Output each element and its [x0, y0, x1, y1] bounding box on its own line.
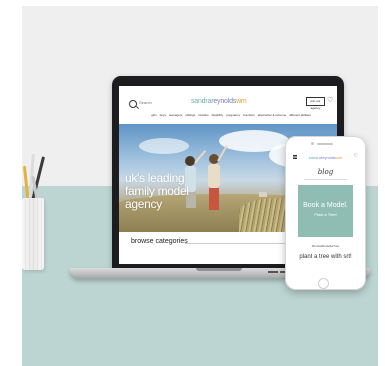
- logo-part: wm: [236, 98, 247, 105]
- search-icon[interactable]: [129, 100, 137, 108]
- main-nav: girls boys teenagers siblings families d…: [141, 113, 321, 117]
- pen-holder: [22, 198, 44, 270]
- join-agency-button[interactable]: join our agency: [306, 97, 325, 110]
- site-header: Search sandrareynoldswm join our agency …: [119, 86, 337, 122]
- child-figure: [185, 156, 195, 166]
- laptop-notch: [196, 268, 242, 271]
- nav-item[interactable]: girls: [151, 113, 157, 117]
- home-button[interactable]: [318, 278, 329, 289]
- nav-item[interactable]: teenagers: [169, 113, 182, 117]
- logo-part: reynolds: [320, 155, 337, 160]
- distant-house: [259, 192, 267, 197]
- site-logo[interactable]: sandrareynoldswm: [191, 98, 247, 105]
- logo-part: reynolds: [211, 98, 237, 105]
- site-logo[interactable]: sandrareynoldswm: [290, 155, 361, 160]
- heart-icon[interactable]: ♡: [354, 153, 358, 159]
- cloud: [139, 138, 189, 154]
- hero-title: uk's leading family model agency: [125, 171, 189, 211]
- logo-part: sandra: [308, 155, 321, 160]
- nav-item[interactable]: families: [198, 113, 208, 117]
- smartphone: sandrareynoldswm ♡ blog Book a Model. Pl…: [285, 136, 366, 290]
- nav-item[interactable]: alternative & extreme: [258, 113, 286, 117]
- child-figure: [208, 164, 220, 188]
- child-arm: [217, 144, 228, 162]
- nav-item[interactable]: bumbers: [243, 113, 255, 117]
- child-arm: [194, 150, 207, 164]
- child-figure: [209, 186, 219, 210]
- nav-item[interactable]: boys: [160, 113, 166, 117]
- nav-item[interactable]: pregnancy: [226, 113, 240, 117]
- heart-icon[interactable]: ♡: [327, 97, 333, 104]
- nav-item[interactable]: disability: [212, 113, 224, 117]
- search-label[interactable]: Search: [139, 100, 152, 105]
- laptop-port: [268, 271, 278, 273]
- blog-post-title[interactable]: plant a tree with srt!: [290, 253, 361, 261]
- blog-feature-card[interactable]: Book a Model. Plant a Tree!: [298, 185, 353, 237]
- divider: [304, 179, 347, 180]
- blog-title: blog: [317, 168, 334, 176]
- phone-speaker: [317, 143, 333, 145]
- nav-item[interactable]: siblings: [185, 113, 195, 117]
- card-title: Book a Model.: [303, 202, 348, 209]
- hashtag: #bookaModel4aTree: [311, 244, 340, 248]
- logo-part: sandra: [191, 98, 212, 105]
- phone-screen: sandrareynoldswm ♡ blog Book a Model. Pl…: [290, 152, 361, 274]
- nav-item[interactable]: different abilities: [289, 113, 311, 117]
- browse-categories-heading: browse categories: [131, 238, 188, 245]
- logo-part: wm: [336, 155, 343, 160]
- card-subtitle: Plant a Tree!: [314, 212, 337, 217]
- product-mockup-scene: Search sandrareynoldswm join our agency …: [22, 6, 378, 366]
- phone-camera: [311, 142, 314, 145]
